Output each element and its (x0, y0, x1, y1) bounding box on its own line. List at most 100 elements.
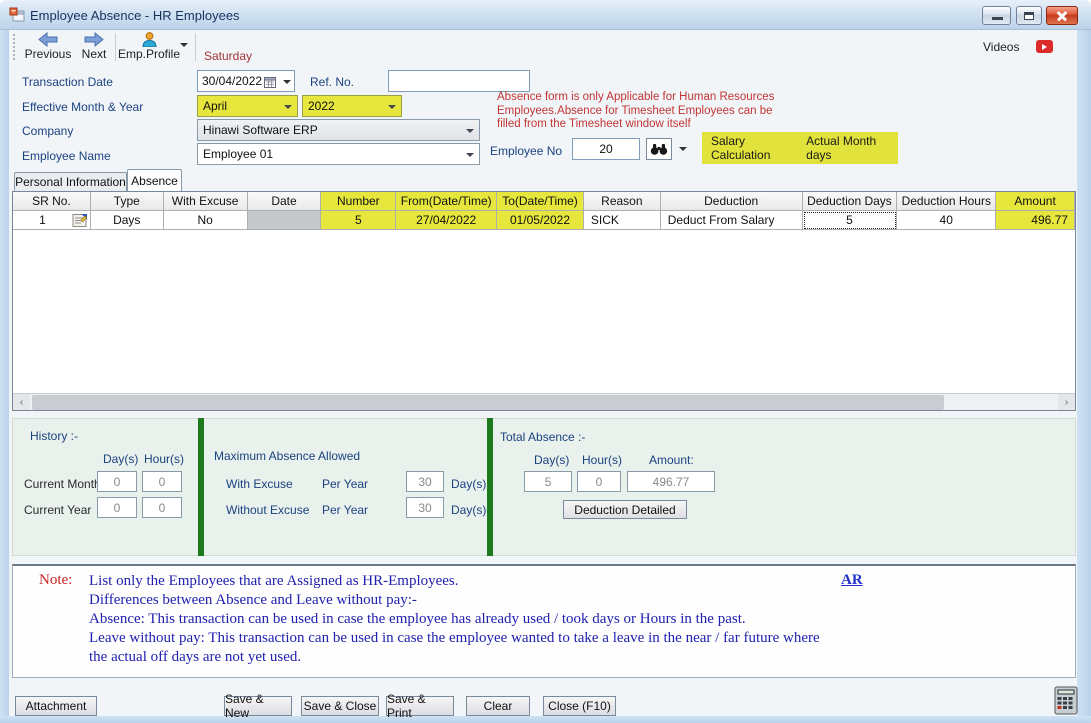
cell-deduction[interactable]: Deduct From Salary (661, 211, 803, 230)
window-border-bottom (0, 716, 1091, 723)
without-excuse-days-input[interactable]: 30 (406, 497, 444, 518)
current-year-hours-input[interactable]: 0 (142, 497, 182, 518)
total-amount-input[interactable]: 496.77 (627, 471, 715, 492)
history-title: History :- (30, 429, 78, 443)
next-arrow-icon (83, 32, 105, 47)
transaction-date-label: Transaction Date (22, 75, 113, 89)
absence-grid: SR No. Type With Excuse Date Number From… (12, 191, 1076, 411)
cell-to[interactable]: 01/05/2022 (497, 211, 584, 230)
note-panel: Note: List only the Employees that are A… (12, 564, 1076, 678)
col-amount[interactable]: Amount (996, 192, 1075, 211)
col-reason[interactable]: Reason (584, 192, 661, 211)
company-select[interactable]: Hinawi Software ERP (197, 119, 480, 141)
table-row[interactable]: 1 Days No 5 27/04/2022 01/05/2022 SICK D… (13, 211, 1075, 230)
col-deduction[interactable]: Deduction (661, 192, 803, 211)
current-year-label: Current Year (24, 503, 91, 517)
without-excuse-period-label: Per Year (322, 503, 368, 517)
effective-month-value: April (203, 99, 227, 113)
previous-button[interactable]: Previous (24, 31, 72, 65)
scrollbar-thumb[interactable] (32, 395, 944, 410)
employee-no-dropdown-icon[interactable] (679, 147, 687, 155)
close-f10-button[interactable]: Close (F10) (543, 696, 616, 716)
cell-from[interactable]: 27/04/2022 (396, 211, 497, 230)
toolbar-separator-2 (195, 33, 196, 61)
horizontal-scrollbar[interactable]: ‹ › (13, 393, 1075, 410)
ref-no-input[interactable] (388, 70, 530, 92)
calendar-icon[interactable] (264, 76, 276, 88)
with-excuse-period-label: Per Year (322, 477, 368, 491)
col-number[interactable]: Number (321, 192, 396, 211)
with-excuse-days-input[interactable]: 30 (406, 471, 444, 492)
minimize-button[interactable] (982, 6, 1011, 25)
next-button[interactable]: Next (76, 31, 112, 65)
col-date[interactable]: Date (248, 192, 322, 211)
deduction-detailed-button[interactable]: Deduction Detailed (563, 500, 687, 519)
col-from[interactable]: From(Date/Time) (396, 192, 497, 211)
current-year-days-input[interactable]: 0 (97, 497, 137, 518)
save-new-button[interactable]: Save & New (224, 696, 292, 716)
without-excuse-label: Without Excuse (226, 503, 309, 517)
employee-no-input[interactable] (572, 138, 640, 160)
previous-arrow-icon (37, 32, 59, 47)
window-border-left (0, 30, 9, 723)
cell-sr-no[interactable]: 1 (13, 211, 91, 230)
emp-profile-dropdown-icon[interactable] (180, 43, 188, 51)
col-to[interactable]: To(Date/Time) (497, 192, 584, 211)
effective-year-select[interactable]: 2022 (302, 95, 402, 117)
without-excuse-unit-label: Day(s) (451, 503, 486, 517)
actual-month-days-label: Actual Month days (806, 134, 889, 162)
toolbar-grip (13, 34, 15, 60)
col-with-excuse[interactable]: With Excuse (164, 192, 248, 211)
attachment-button[interactable]: Attachment (15, 696, 97, 716)
current-month-days-input[interactable]: 0 (97, 471, 137, 492)
cell-number[interactable]: 5 (321, 211, 396, 230)
person-icon (141, 32, 158, 47)
employee-name-select[interactable]: Employee 01 (197, 143, 480, 165)
emp-profile-button[interactable]: Emp.Profile (120, 31, 178, 65)
close-button[interactable] (1046, 6, 1078, 25)
effective-month-select[interactable]: April (197, 95, 298, 117)
save-close-button[interactable]: Save & Close (301, 696, 379, 716)
green-divider-2 (487, 418, 493, 556)
tab-absence[interactable]: Absence (127, 169, 182, 191)
company-value: Hinawi Software ERP (203, 123, 318, 137)
cell-with-excuse[interactable]: No (164, 211, 248, 230)
scroll-left-icon[interactable]: ‹ (13, 394, 30, 410)
chevron-down-icon (284, 105, 292, 113)
next-label: Next (82, 47, 107, 61)
title-bar: Employee Absence - HR Employees (0, 0, 1091, 30)
col-sr-no[interactable]: SR No. (13, 192, 91, 211)
col-type[interactable]: Type (91, 192, 164, 211)
cell-type[interactable]: Days (91, 211, 164, 230)
youtube-icon[interactable] (1036, 40, 1053, 53)
total-days-input[interactable]: 5 (524, 471, 572, 492)
cell-date[interactable] (248, 211, 322, 230)
employee-name-value: Employee 01 (203, 147, 273, 161)
ar-language-link[interactable]: AR (841, 572, 863, 589)
scroll-right-icon[interactable]: › (1058, 394, 1075, 410)
total-hours-input[interactable]: 0 (577, 471, 621, 492)
maximize-icon (1024, 12, 1034, 20)
clear-button[interactable]: Clear (466, 696, 530, 716)
col-deduction-hours[interactable]: Deduction Hours (897, 192, 996, 211)
row-edit-icon[interactable] (72, 213, 88, 228)
cell-amount[interactable]: 496.77 (996, 211, 1075, 230)
toolbar-separator (115, 33, 116, 61)
chevron-down-icon (466, 129, 474, 137)
col-deduction-days[interactable]: Deduction Days (803, 192, 898, 211)
green-divider-1 (198, 418, 204, 556)
cell-deduction-days[interactable]: 5 (803, 211, 898, 230)
employee-search-button[interactable] (646, 138, 672, 160)
current-month-hours-input[interactable]: 0 (142, 471, 182, 492)
save-print-button[interactable]: Save & Print (386, 696, 454, 716)
maximize-button[interactable] (1016, 6, 1042, 25)
tab-personal-information[interactable]: Personal Information (14, 172, 127, 191)
calculator-icon[interactable] (1054, 686, 1078, 715)
app-icon (9, 7, 25, 23)
cell-reason[interactable]: SICK (584, 211, 661, 230)
transaction-date-field[interactable]: 30/04/2022 (197, 70, 295, 92)
binoculars-icon (650, 143, 668, 156)
chevron-down-icon (466, 153, 474, 161)
date-dropdown-icon[interactable] (283, 80, 291, 88)
cell-deduction-hours[interactable]: 40 (897, 211, 996, 230)
